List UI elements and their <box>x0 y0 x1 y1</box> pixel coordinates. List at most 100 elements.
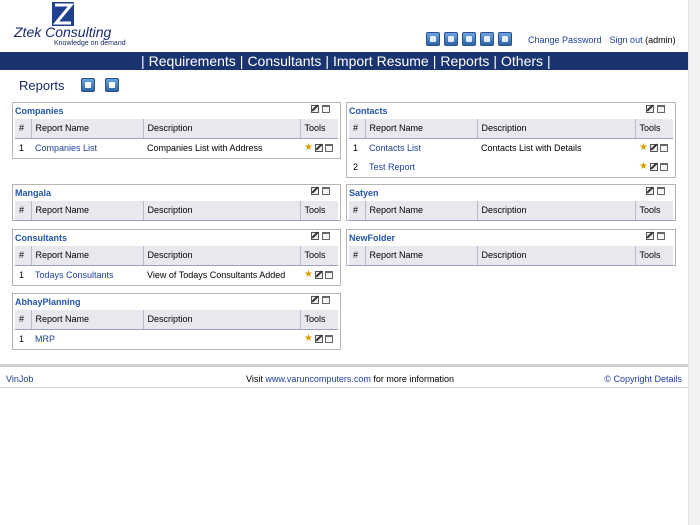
nav-reports[interactable]: Reports <box>440 53 489 69</box>
col-description: Description <box>477 246 636 266</box>
table-row: 1 Todays Consultants View of Todays Cons… <box>15 265 338 284</box>
vertical-scrollbar[interactable] <box>688 0 700 525</box>
col-num: # <box>15 201 32 221</box>
report-table: # Report Name Description Tools <box>349 246 673 266</box>
footer-copyright-link[interactable]: © Copyright Details <box>604 374 682 384</box>
col-description: Description <box>143 246 301 266</box>
table-row: 1 Contacts List Contacts List with Detai… <box>349 138 673 157</box>
change-password-link[interactable]: Change Password <box>528 35 602 45</box>
panel-mangala: Mangala # Report Name Description Tools <box>12 184 341 221</box>
report-table: # Report Name Description Tools 1 Todays… <box>15 246 338 284</box>
panel-contacts: Contacts # Report Name Description Tools… <box>346 102 676 178</box>
edit-icon[interactable] <box>649 162 658 171</box>
logo-mark-icon <box>52 2 74 26</box>
edit-icon[interactable] <box>311 187 319 195</box>
col-num: # <box>349 119 366 139</box>
report-link[interactable]: MRP <box>35 334 55 344</box>
table-row: 1 Companies List Companies List with Add… <box>15 138 338 157</box>
brand-name: Ztek Consulting <box>14 24 112 40</box>
footer-more-text: for more information <box>373 374 454 384</box>
report-link[interactable]: Companies List <box>35 143 97 153</box>
panel-title: Consultants <box>15 233 68 243</box>
nav-consultants[interactable]: Consultants <box>247 53 321 69</box>
trash-icon[interactable] <box>659 162 668 171</box>
footer-app-name[interactable]: VinJob <box>6 374 33 384</box>
edit-icon[interactable] <box>314 143 323 152</box>
new-report-icon[interactable] <box>105 78 119 92</box>
edit-icon[interactable] <box>311 232 319 240</box>
col-tools: Tools <box>635 246 673 266</box>
row-description: Contacts List with Details <box>481 142 582 153</box>
star-icon[interactable]: ★ <box>304 333 313 344</box>
col-tools: Tools <box>635 201 673 221</box>
trash-icon[interactable] <box>657 105 665 113</box>
calendar-icon[interactable] <box>444 32 458 46</box>
trash-icon[interactable] <box>659 143 668 152</box>
trash-icon[interactable] <box>657 187 665 195</box>
col-tools: Tools <box>300 246 338 266</box>
trash-icon[interactable] <box>657 232 665 240</box>
trash-icon[interactable] <box>324 143 333 152</box>
col-description: Description <box>143 310 301 330</box>
list-icon[interactable] <box>480 32 494 46</box>
star-icon[interactable]: ★ <box>639 161 648 172</box>
trash-icon[interactable] <box>322 105 330 113</box>
star-icon[interactable]: ★ <box>304 142 313 153</box>
panel-satyen: Satyen # Report Name Description Tools <box>346 184 676 221</box>
folder-icon[interactable] <box>426 32 440 46</box>
nav-requirements[interactable]: Requirements <box>149 53 236 69</box>
star-icon[interactable]: ★ <box>639 142 648 153</box>
clock-icon[interactable] <box>462 32 476 46</box>
report-table: # Report Name Description Tools 1 Contac… <box>349 119 673 176</box>
edit-icon[interactable] <box>649 143 658 152</box>
col-description: Description <box>477 201 636 221</box>
company-logo[interactable]: Ztek Consulting Knowledge on demand <box>4 2 128 50</box>
col-description: Description <box>143 119 301 139</box>
trash-icon[interactable] <box>322 232 330 240</box>
table-row: 1 MRP ★ <box>15 329 338 348</box>
col-description: Description <box>143 201 301 221</box>
row-description: Companies List with Address <box>147 142 263 153</box>
contacts-icon[interactable] <box>498 32 512 46</box>
report-table: # Report Name Description Tools 1 MRP ★ <box>15 310 338 348</box>
row-description: View of Todays Consultants Added <box>147 269 286 280</box>
main-nav: | Requirements | Consultants | Import Resume |… <box>0 52 688 70</box>
trash-icon[interactable] <box>324 270 333 279</box>
nav-import-resume[interactable]: Import Resume <box>333 53 429 69</box>
edit-icon[interactable] <box>314 334 323 343</box>
report-link[interactable]: Todays Consultants <box>35 270 114 280</box>
col-report-name: Report Name <box>31 119 144 139</box>
col-num: # <box>15 119 32 139</box>
col-tools: Tools <box>300 310 338 330</box>
page: Ztek Consulting Knowledge on demand Chan… <box>0 0 688 525</box>
report-link[interactable]: Test Report <box>369 162 415 172</box>
row-num: 1 <box>19 269 25 280</box>
col-num: # <box>15 246 32 266</box>
col-report-name: Report Name <box>31 310 144 330</box>
edit-icon[interactable] <box>646 232 654 240</box>
current-user: (admin) <box>645 35 676 45</box>
panel-newfolder: NewFolder # Report Name Description Tool… <box>346 229 676 266</box>
row-description <box>477 157 635 176</box>
sign-out-link[interactable]: Sign out <box>610 35 643 45</box>
edit-icon[interactable] <box>311 296 319 304</box>
trash-icon[interactable] <box>322 187 330 195</box>
edit-icon[interactable] <box>311 105 319 113</box>
new-folder-icon[interactable] <box>81 78 95 92</box>
col-num: # <box>349 201 366 221</box>
col-report-name: Report Name <box>31 246 144 266</box>
edit-icon[interactable] <box>314 270 323 279</box>
col-report-name: Report Name <box>365 119 478 139</box>
nav-others[interactable]: Others <box>501 53 543 69</box>
trash-icon[interactable] <box>322 296 330 304</box>
edit-icon[interactable] <box>646 187 654 195</box>
star-icon[interactable]: ★ <box>304 269 313 280</box>
footer-site-link[interactable]: www.varuncomputers.com <box>265 374 371 384</box>
edit-icon[interactable] <box>646 105 654 113</box>
footer-visit-label: Visit <box>246 374 263 384</box>
panel-title: AbhayPlanning <box>15 297 81 307</box>
report-link[interactable]: Contacts List <box>369 143 421 153</box>
row-num: 2 <box>353 161 359 172</box>
brand-tagline: Knowledge on demand <box>54 40 126 47</box>
trash-icon[interactable] <box>324 334 333 343</box>
